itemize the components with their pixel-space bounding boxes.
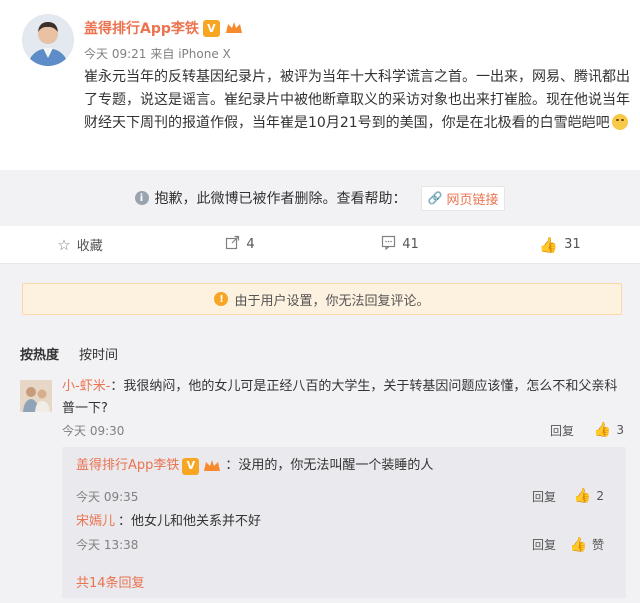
reply-text: 盖得排行App李铁 V ：没用的，你无法叫醒一个装睡的人 (76, 456, 616, 476)
reply-author[interactable]: 宋嫣儿 (76, 512, 115, 532)
comment-restriction-notice: ! 由于用户设置，你无法回复评论。 (22, 283, 622, 315)
reply-content: ：他女儿和他关系并不好 (118, 514, 262, 529)
reply-like-button[interactable]: 👍 赞 (570, 536, 604, 553)
comment-text: 小-虾米-：我很纳闷，他的女儿可是正经八百的大学生，关于转基因问题应该懂，怎么不… (62, 376, 618, 420)
commenter-name[interactable]: 小-虾米- (62, 379, 110, 394)
reply-time: 今天 13:38 (76, 538, 139, 552)
author-name[interactable]: 盖得排行App李铁 (84, 18, 199, 38)
reply-text: 宋嫣儿 ：他女儿和他关系并不好 (76, 512, 616, 532)
comment-meta: 今天 09:30 回复 👍 3 (62, 422, 626, 440)
thumbs-up-icon: 👍 (573, 488, 592, 504)
reply-meta: 今天 13:38 回复 👍 赞 (76, 536, 616, 554)
comment-button[interactable]: 41 (320, 226, 480, 263)
web-link-label: 网页链接 (446, 192, 499, 208)
author-avatar[interactable] (22, 14, 74, 66)
warning-icon: ! (214, 292, 229, 306)
comment-time: 今天 09:30 (62, 424, 125, 438)
verified-badge-icon: V (202, 19, 220, 37)
member-badge-icon (224, 20, 244, 36)
tab-sort-time[interactable]: 按时间 (79, 344, 118, 363)
reply-list: 盖得排行App李铁 V ：没用的，你无法叫醒一个装睡的人 今天 09:35 回复… (62, 447, 626, 598)
post-text-content: 崔永元当年的反转基因纪录片，被评为当年十大科学谎言之首。一出来，网易、腾讯都出了… (84, 69, 630, 131)
post-meta: 今天 09:21 来自 iPhone X (84, 45, 231, 62)
reply-like-button[interactable]: 👍 2 (574, 488, 604, 504)
comment-content: ：我很纳闷，他的女儿可是正经八百的大学生，关于转基因问题应该懂，怎么不和父亲科普… (62, 379, 618, 416)
author-row: 盖得排行App李铁 V (84, 17, 244, 39)
deleted-notice-text: 抱歉，此微博已被作者删除。查看帮助： (154, 191, 407, 207)
reply-author[interactable]: 盖得排行App李铁 (76, 456, 179, 476)
tab-sort-hot[interactable]: 按热度 (20, 344, 59, 363)
info-icon: i (134, 191, 149, 205)
list-item: 宋嫣儿 ：他女儿和他关系并不好 今天 13:38 回复 👍 赞 (76, 512, 616, 553)
reply-like-label: 赞 (591, 538, 604, 552)
thumbs-up-icon: 👍 (569, 536, 587, 553)
like-button[interactable]: 👍 31 (480, 226, 640, 263)
link-icon: 🔗 (427, 191, 443, 205)
post-time[interactable]: 今天 09:21 (84, 45, 146, 62)
favorite-button[interactable]: ☆ 收藏 (0, 226, 160, 263)
emoji-icon (611, 114, 628, 130)
comment-like-count: 3 (616, 423, 624, 437)
reply-time: 今天 09:35 (76, 490, 139, 504)
member-badge-icon (202, 458, 222, 474)
post-source: 来自 iPhone X (150, 47, 231, 61)
reply-content: ：没用的，你无法叫醒一个装睡的人 (225, 458, 434, 473)
reply-meta: 今天 09:35 回复 👍 2 (76, 488, 616, 506)
sort-tabs: 按热度 按时间 (20, 344, 118, 363)
verified-badge-icon: V (182, 457, 200, 475)
repost-count: 4 (246, 237, 255, 252)
weibo-post: 盖得排行App李铁 V 今天 09:21 来自 iPhone X 崔永元当年的反… (0, 0, 640, 175)
reply-reply-button[interactable]: 回复 (532, 536, 556, 553)
comment-count: 41 (402, 237, 419, 252)
star-icon: ☆ (57, 235, 71, 254)
deleted-notice: i 抱歉，此微博已被作者删除。查看帮助： 🔗 网页链接 (0, 170, 640, 226)
comment-like-button[interactable]: 👍 3 (594, 422, 624, 438)
repost-button[interactable]: 4 (160, 226, 320, 263)
more-replies-link[interactable]: 共14条回复 (76, 572, 145, 591)
web-link-button[interactable]: 🔗 网页链接 (420, 185, 506, 211)
commenter-avatar[interactable] (20, 380, 52, 412)
post-text: 崔永元当年的反转基因纪录片，被评为当年十大科学谎言之首。一出来，网易、腾讯都出了… (84, 66, 630, 135)
thumbs-up-icon: 👍 (539, 235, 559, 254)
list-item: 盖得排行App李铁 V ：没用的，你无法叫醒一个装睡的人 今天 09:35 回复… (76, 456, 616, 504)
like-count: 31 (564, 237, 581, 252)
reply-like-count: 2 (596, 489, 604, 503)
comment-reply-button[interactable]: 回复 (550, 422, 574, 439)
favorite-label: 收藏 (76, 239, 103, 254)
action-bar: ☆ 收藏 4 41 👍 31 (0, 226, 640, 264)
comment-restriction-text: 由于用户设置，你无法回复评论。 (234, 293, 430, 309)
reply-reply-button[interactable]: 回复 (532, 488, 556, 505)
comment-icon (381, 235, 396, 254)
thumbs-up-icon: 👍 (593, 422, 612, 438)
repost-icon (225, 235, 240, 254)
